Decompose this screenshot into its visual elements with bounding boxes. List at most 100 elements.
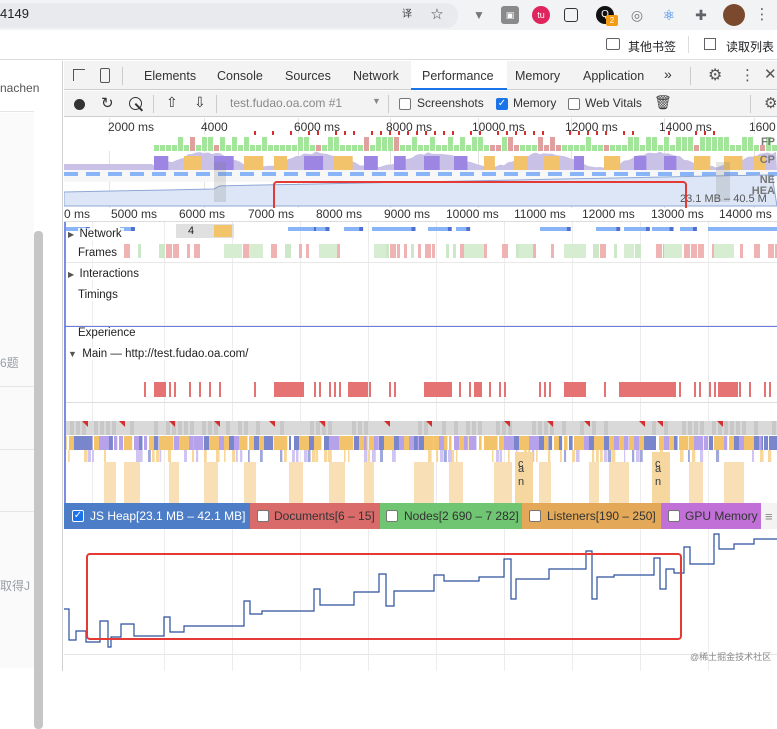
inspect-element-icon[interactable]	[73, 69, 85, 81]
network-request-end	[692, 227, 697, 231]
main-subcall	[304, 450, 308, 462]
record-button-icon[interactable]	[74, 99, 85, 110]
fps-bar	[436, 145, 441, 151]
tab-network[interactable]: Network	[353, 69, 399, 83]
vue-extension-icon[interactable]: ▼	[470, 6, 488, 24]
counter-graph[interactable]	[64, 529, 777, 671]
browser-menu-icon[interactable]: ⋮	[753, 6, 771, 24]
settings-gear-icon[interactable]: ⚙	[708, 65, 722, 85]
bookmark-star-icon[interactable]: ☆	[428, 6, 446, 24]
bookmark-reading-list[interactable]: 读取列表	[726, 38, 774, 55]
heap-baseline	[64, 654, 777, 655]
fps-bar	[340, 145, 345, 151]
memory-checkbox[interactable]: ✓	[496, 98, 508, 110]
listeners-counter[interactable]: Listeners[190 – 250]	[522, 503, 661, 529]
frame-long	[374, 244, 386, 258]
frames-track-header[interactable]: Frames	[76, 245, 119, 259]
experience-cluster	[718, 382, 738, 397]
drag-handle-icon[interactable]: ≡	[765, 509, 773, 524]
main-track-header[interactable]: ▼ Main — http://test.fudao.oa.com/	[68, 346, 251, 360]
tab-console[interactable]: Console	[217, 69, 263, 83]
experience-track-header[interactable]: Experience	[76, 325, 138, 339]
chevron-down-icon[interactable]: ▼	[372, 96, 381, 106]
cpu-block	[454, 156, 468, 170]
tab-performance[interactable]: Performance	[422, 69, 494, 83]
main-call	[89, 436, 93, 450]
device-toolbar-icon[interactable]	[100, 68, 110, 83]
main-task	[202, 421, 206, 435]
interactions-track-header[interactable]: ▶ Interactions	[68, 266, 141, 280]
refresh-extension-icon[interactable]: ◎	[628, 6, 646, 24]
main-task	[316, 421, 320, 435]
fps-bar	[598, 145, 603, 151]
page-scrollbar[interactable]	[34, 231, 43, 729]
experience-track-label: Experience	[76, 327, 138, 339]
bookmark-other[interactable]: 其他书签	[628, 38, 676, 55]
frame	[754, 244, 760, 258]
load-profile-icon[interactable]: ⇧	[166, 94, 178, 111]
timeline-overview[interactable]: 2000 ms 4000 6000 ms 8000 ms 10000 ms 12…	[64, 118, 777, 215]
documents-checkbox[interactable]	[257, 510, 269, 522]
flame-tall	[329, 462, 345, 503]
profile-select[interactable]: test.fudao.oa.com #1	[230, 96, 342, 110]
tu-extension-icon[interactable]: tu	[532, 6, 550, 24]
fps-dropped-frame	[632, 131, 634, 135]
track-divider	[64, 325, 777, 326]
fps-bar	[172, 145, 177, 151]
screenshot-extension-icon[interactable]	[564, 8, 578, 22]
main-call	[189, 436, 194, 450]
listeners-checkbox[interactable]	[529, 510, 541, 522]
profile-avatar[interactable]	[723, 4, 745, 26]
webvitals-checkbox[interactable]	[568, 98, 580, 110]
tab-application[interactable]: Application	[583, 69, 644, 83]
network-track-header[interactable]: ▶ Network	[68, 226, 124, 240]
frame	[418, 244, 421, 258]
capture-settings-icon[interactable]: ⚙	[764, 94, 777, 112]
gpu-checkbox[interactable]	[668, 510, 680, 522]
track-grid	[504, 222, 505, 503]
main-subcall	[536, 450, 538, 462]
fps-bar	[694, 145, 699, 151]
reload-record-icon[interactable]: ↻	[101, 94, 114, 112]
trash-icon[interactable]: 🗑	[654, 94, 672, 111]
cpu-block	[604, 156, 621, 170]
more-tabs-button[interactable]: »	[664, 66, 672, 82]
fps-bar	[628, 137, 633, 151]
tracks-area[interactable]: ▶ Network 4 Frames ▶ Interactions Timing…	[64, 222, 777, 503]
main-task	[562, 421, 566, 435]
nodes-checkbox[interactable]	[386, 510, 398, 522]
cpu-block	[244, 156, 264, 170]
devtools-menu-icon[interactable]: ⋮	[740, 66, 755, 84]
screenshots-checkbox[interactable]	[399, 98, 411, 110]
documents-counter[interactable]: Documents[6 – 15]	[250, 503, 380, 529]
translate-icon[interactable]: 译	[398, 6, 416, 24]
puzzle-extensions-icon[interactable]: ✚	[692, 6, 710, 24]
save-profile-icon[interactable]: ⇩	[194, 94, 206, 111]
url-text: 4149	[0, 6, 29, 21]
main-subcall	[692, 450, 696, 462]
js-heap-counter[interactable]: ✓ JS Heap[23.1 MB – 42.1 MB]	[64, 503, 250, 529]
extension-icon[interactable]: ▣	[501, 6, 519, 24]
react-devtools-icon[interactable]: ⚛	[660, 6, 678, 24]
main-call	[754, 436, 764, 450]
nodes-counter[interactable]: Nodes[2 690 – 7 282]	[380, 503, 522, 529]
tab-elements[interactable]: Elements	[144, 69, 196, 83]
ruler-tick: 13000 ms	[651, 207, 704, 221]
js-heap-checkbox[interactable]: ✓	[72, 510, 84, 522]
tab-memory[interactable]: Memory	[515, 69, 560, 83]
network-request	[456, 227, 467, 231]
ruler-tick: 11000 ms	[514, 207, 566, 221]
frame	[124, 244, 130, 258]
frame	[390, 244, 396, 258]
fps-bar	[322, 145, 327, 151]
cpu-block	[364, 156, 378, 170]
cpu-block	[514, 156, 528, 170]
close-devtools-icon[interactable]: ✕	[764, 65, 777, 83]
gpu-memory-counter[interactable]: GPU Memory	[661, 503, 761, 529]
reading-list-icon	[704, 38, 716, 50]
toolbar-separator	[388, 95, 389, 113]
tab-sources[interactable]: Sources	[285, 69, 331, 83]
overview-tick: 4000	[201, 120, 228, 134]
address-bar[interactable]	[0, 3, 458, 28]
timings-track-header[interactable]: Timings	[76, 287, 120, 301]
